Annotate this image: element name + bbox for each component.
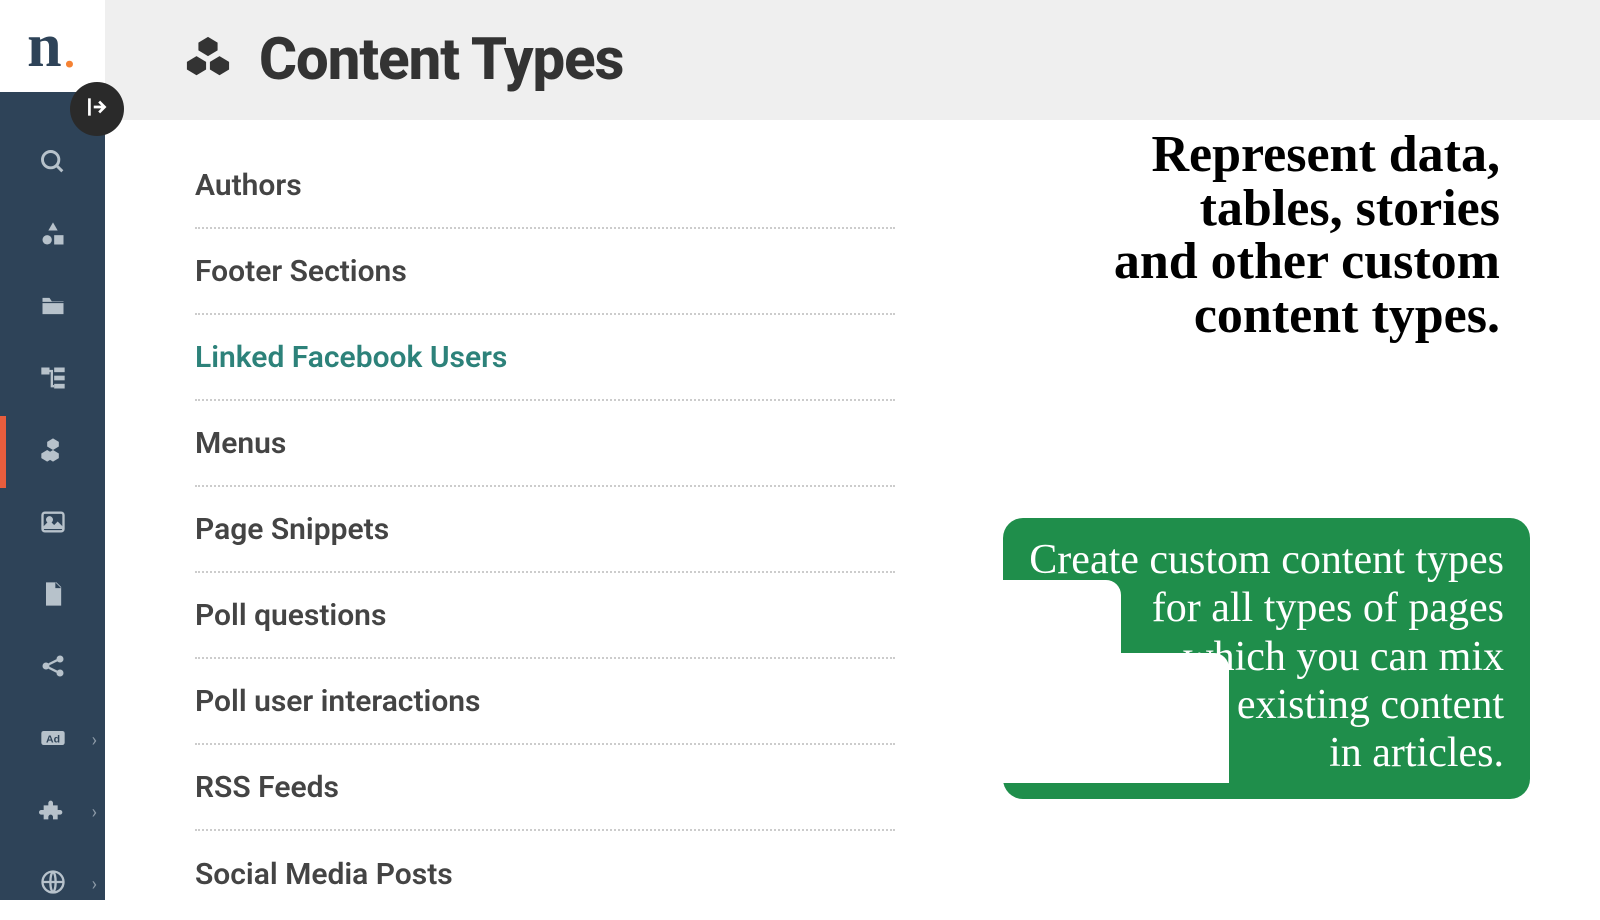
promo-line: tables, stories — [960, 182, 1500, 236]
nav-tree[interactable] — [0, 344, 105, 416]
promo-line: and other custom — [960, 235, 1500, 289]
content-type-item[interactable]: Authors — [195, 143, 895, 229]
content-type-item[interactable]: Footer Sections — [195, 229, 895, 315]
content-type-item[interactable]: Menus — [195, 401, 895, 487]
chevron-right-icon: › — [92, 730, 97, 751]
globe-icon — [39, 868, 67, 900]
content-type-label: Page Snippets — [195, 512, 389, 547]
puzzle-icon — [39, 796, 67, 828]
content-type-item[interactable]: Page Snippets — [195, 487, 895, 573]
nav-ads[interactable]: Ad › — [0, 704, 105, 776]
nav-search[interactable] — [0, 128, 105, 200]
content-type-item[interactable]: Linked Facebook Users — [195, 315, 895, 401]
search-icon — [39, 148, 67, 180]
content-type-item[interactable]: Poll questions — [195, 573, 895, 659]
promo-headline: Represent data, tables, stories and othe… — [960, 128, 1500, 342]
promo-line: content types. — [960, 289, 1500, 343]
content-type-label: Menus — [195, 426, 286, 461]
callout-line: Create custom content types — [1029, 536, 1504, 584]
svg-text:Ad: Ad — [46, 734, 60, 746]
promo-line: Represent data, — [960, 128, 1500, 182]
page-header: Content Types — [105, 0, 1600, 120]
content-type-item[interactable]: RSS Feeds — [195, 745, 895, 831]
page-title: Content Types — [259, 26, 623, 94]
content-type-item[interactable]: Poll user interactions — [195, 659, 895, 745]
promo-callout: Create custom content types for all type… — [1003, 518, 1530, 799]
content-type-label: Linked Facebook Users — [195, 340, 507, 375]
share-icon — [39, 652, 67, 684]
image-icon — [39, 508, 67, 540]
content-type-label: Authors — [195, 168, 302, 203]
nav: Ad › › › — [0, 128, 105, 920]
nav-documents[interactable] — [0, 560, 105, 632]
nav-shapes[interactable] — [0, 200, 105, 272]
ad-icon: Ad — [39, 724, 67, 756]
content-type-label: Poll questions — [195, 598, 386, 633]
nav-plugins[interactable]: › — [0, 776, 105, 848]
boxes-icon — [39, 436, 67, 468]
shapes-icon — [39, 220, 67, 252]
content-type-label: Footer Sections — [195, 254, 407, 289]
nav-content-types[interactable] — [0, 416, 105, 488]
folder-icon — [39, 292, 67, 324]
brand-letter: n — [27, 15, 61, 77]
brand-dot: . — [62, 10, 78, 83]
nav-media[interactable] — [0, 488, 105, 560]
content-type-label: Poll user interactions — [195, 684, 481, 719]
chevron-right-icon: › — [92, 874, 97, 895]
nav-globe[interactable]: › — [0, 848, 105, 920]
content-type-item[interactable]: Social Media Posts — [195, 831, 895, 917]
content-type-label: RSS Feeds — [195, 770, 339, 805]
tree-icon — [39, 364, 67, 396]
nav-folder[interactable] — [0, 272, 105, 344]
nav-share[interactable] — [0, 632, 105, 704]
content-type-list: Authors Footer Sections Linked Facebook … — [195, 143, 895, 917]
brand-logo[interactable]: n. — [0, 0, 105, 92]
expand-sidebar-button[interactable] — [70, 82, 124, 136]
content-type-label: Social Media Posts — [195, 857, 453, 892]
chevron-right-icon: › — [92, 802, 97, 823]
expand-icon — [84, 94, 110, 124]
document-icon — [39, 580, 67, 612]
content-types-icon — [185, 35, 231, 85]
